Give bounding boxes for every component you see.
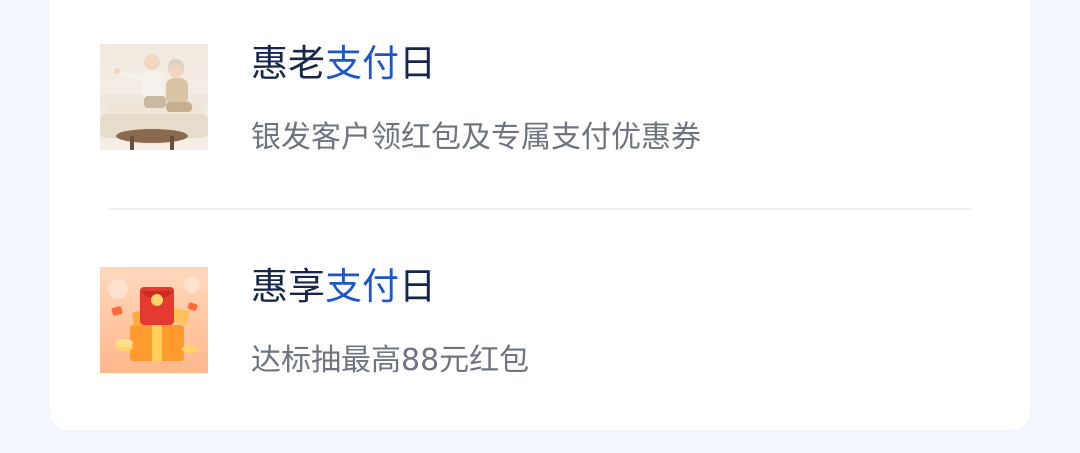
title-accent: 支付 [325, 265, 399, 308]
item-title: 惠老支付日 [251, 42, 436, 86]
list-divider [108, 208, 971, 210]
item-title: 惠享支付日 [251, 265, 436, 309]
title-prefix: 惠享 [251, 265, 325, 308]
title-suffix: 日 [399, 265, 436, 308]
item-subtitle: 银发客户领红包及专属支付优惠券 [251, 120, 701, 155]
elderly-couple-image [100, 44, 208, 150]
list-item-enjoy-payment-day[interactable]: 惠享支付日 达标抽最高88元红包 [100, 265, 980, 378]
title-prefix: 惠老 [251, 42, 325, 85]
red-envelope-gift-image [100, 267, 208, 373]
promo-list-card: 惠老支付日 银发客户领红包及专属支付优惠券 惠享支付日 达标抽最高88元红包 [50, 0, 1030, 430]
title-suffix: 日 [399, 42, 436, 85]
list-item-elderly-payment-day[interactable]: 惠老支付日 银发客户领红包及专属支付优惠券 [100, 42, 980, 155]
title-accent: 支付 [325, 42, 399, 85]
item-subtitle: 达标抽最高88元红包 [251, 343, 530, 378]
